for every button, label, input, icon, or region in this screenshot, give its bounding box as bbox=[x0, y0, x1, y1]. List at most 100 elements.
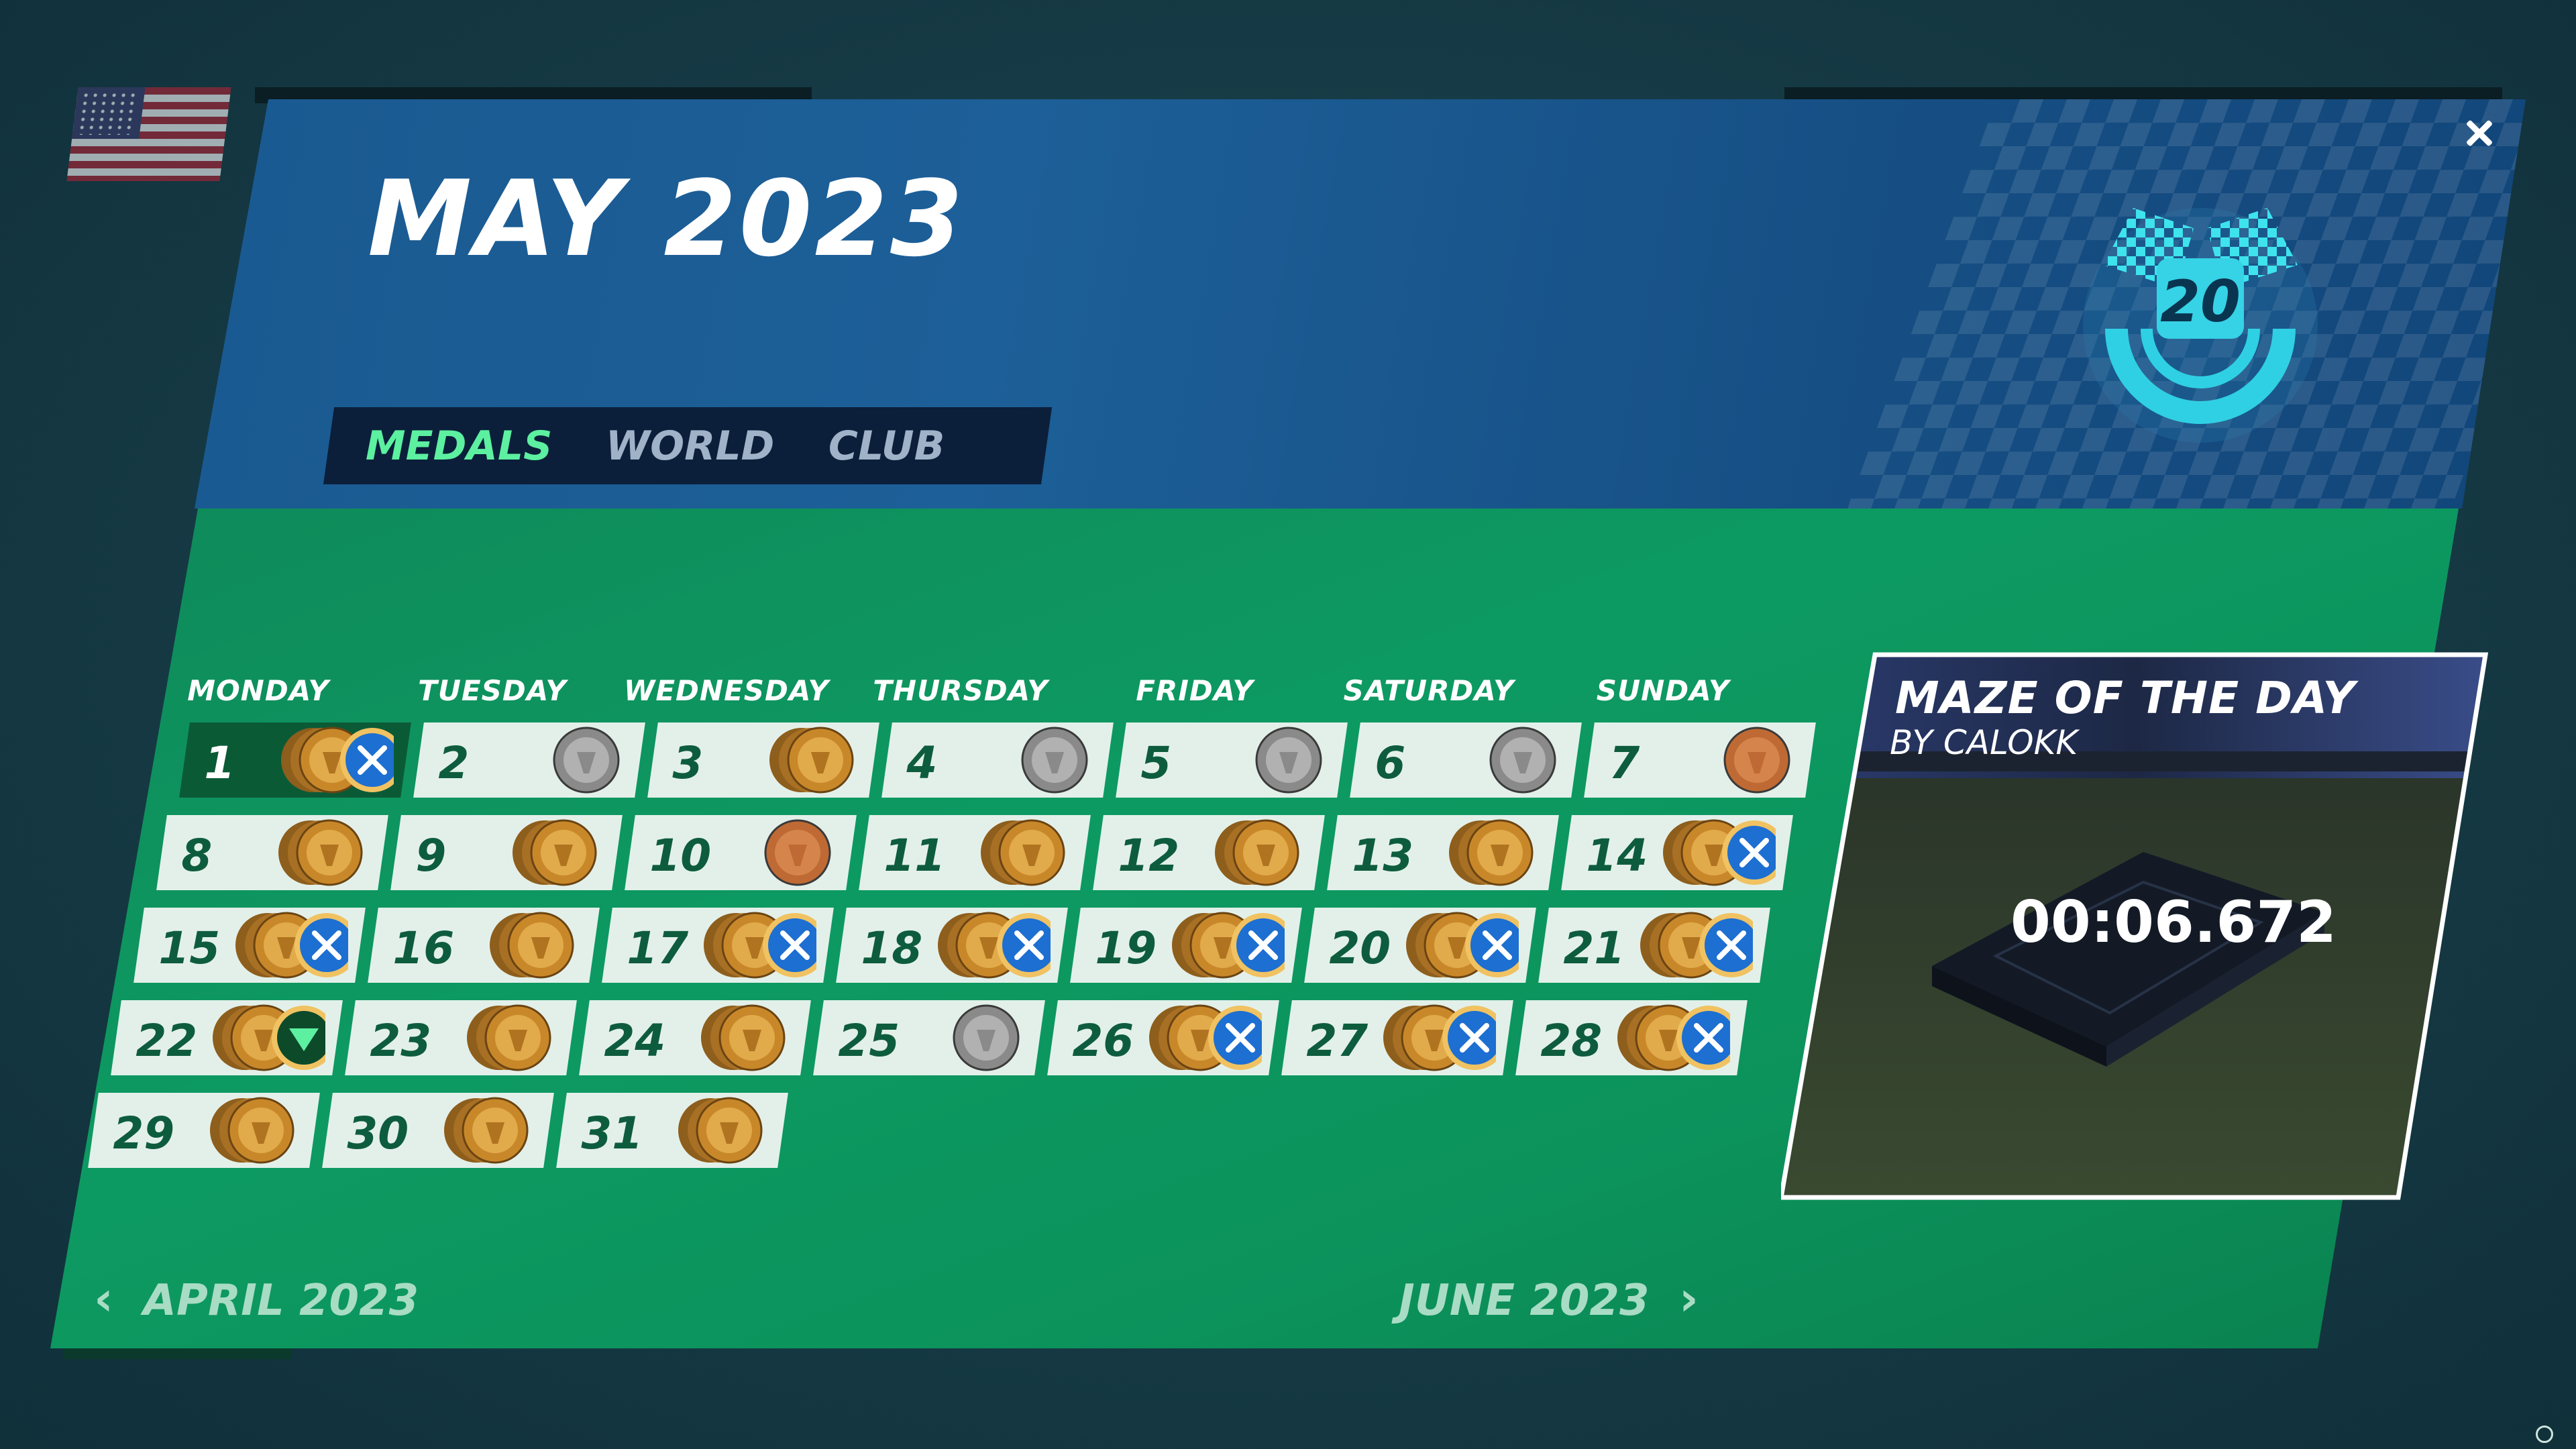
day-number: 20 bbox=[1329, 922, 1391, 974]
weekday-header: SATURDAY bbox=[1343, 674, 1515, 707]
day-number: 25 bbox=[838, 1015, 900, 1067]
medal-stack-with-badge-icon bbox=[1157, 909, 1295, 981]
gold-medal-icon bbox=[1180, 816, 1307, 889]
silver-medal-icon bbox=[969, 724, 1096, 796]
bronze-medal-icon bbox=[712, 816, 839, 889]
previous-month-link[interactable]: ‹ APRIL 2023 bbox=[94, 1271, 419, 1326]
calendar-day-cell[interactable]: 1 bbox=[179, 722, 411, 798]
day-number: 14 bbox=[1586, 830, 1648, 881]
day-number: 31 bbox=[581, 1108, 643, 1159]
bronze-medal-icon bbox=[1671, 724, 1799, 796]
day-number: 10 bbox=[649, 830, 712, 881]
day-number: 9 bbox=[415, 830, 447, 881]
medal-stack-with-badge-icon bbox=[689, 909, 827, 981]
calendar-day-cell[interactable]: 13 bbox=[1327, 815, 1559, 890]
calendar-day-cell[interactable]: 19 bbox=[1070, 908, 1302, 983]
day-number: 18 bbox=[861, 922, 923, 974]
calendar-day-cell[interactable]: 9 bbox=[390, 815, 623, 890]
calendar-day-cell[interactable]: 2 bbox=[413, 722, 645, 798]
medal-stack-with-badge-icon bbox=[221, 909, 359, 981]
day-number: 4 bbox=[906, 737, 938, 789]
day-number: 17 bbox=[627, 922, 689, 974]
gold-medal-icon bbox=[735, 724, 862, 796]
maze-title: MAZE OF THE DAY bbox=[1895, 672, 2356, 724]
day-number: 27 bbox=[1306, 1015, 1368, 1067]
day-number: 19 bbox=[1095, 922, 1157, 974]
day-number: 15 bbox=[158, 922, 221, 974]
calendar-day-cell[interactable]: 20 bbox=[1304, 908, 1536, 983]
tab-world[interactable]: WORLD bbox=[579, 423, 801, 470]
calendar-day-cell[interactable]: 24 bbox=[579, 1000, 811, 1075]
panel-edge bbox=[64, 1348, 292, 1359]
flag-image bbox=[66, 87, 231, 181]
weekday-header: WEDNESDAY bbox=[624, 674, 829, 707]
day-number: 8 bbox=[181, 830, 213, 881]
maze-author: BY CALOKK bbox=[1890, 723, 2078, 762]
status-indicator-icon bbox=[2536, 1426, 2553, 1443]
calendar-day-cell[interactable]: 29 bbox=[88, 1093, 320, 1168]
day-number: 30 bbox=[347, 1108, 409, 1159]
close-icon[interactable] bbox=[2461, 114, 2498, 152]
calendar-day-cell[interactable]: 5 bbox=[1116, 722, 1348, 798]
tab-club[interactable]: CLUB bbox=[802, 423, 971, 470]
gold-medal-icon bbox=[409, 1094, 537, 1167]
calendar-day-cell[interactable]: 15 bbox=[133, 908, 366, 983]
calendar-day-cell[interactable]: 3 bbox=[647, 722, 879, 798]
day-number: 21 bbox=[1563, 922, 1625, 974]
medal-stack-with-badge-icon bbox=[1391, 909, 1529, 981]
calendar-day-cell[interactable]: 30 bbox=[322, 1093, 554, 1168]
day-number: 2 bbox=[438, 737, 470, 789]
calendar-day-cell[interactable]: 26 bbox=[1047, 1000, 1279, 1075]
day-number: 3 bbox=[672, 737, 704, 789]
next-month-label: JUNE 2023 bbox=[1399, 1276, 1650, 1326]
medal-stack-with-badge-icon bbox=[1603, 1002, 1741, 1074]
calendar-day-cell[interactable]: 11 bbox=[859, 815, 1091, 890]
gold-medal-icon bbox=[455, 909, 582, 981]
gold-medal-icon bbox=[432, 1002, 559, 1074]
calendar-day-cell[interactable]: 28 bbox=[1515, 1000, 1748, 1075]
calendar-day-cell[interactable]: 27 bbox=[1281, 1000, 1513, 1075]
streak-badge: 20 bbox=[2033, 181, 2368, 449]
tab-medals[interactable]: MEDALS bbox=[329, 423, 579, 470]
gold-medal-icon bbox=[946, 816, 1073, 889]
maze-best-time: 00:06.672 bbox=[2010, 889, 2337, 956]
day-number: 28 bbox=[1540, 1015, 1603, 1067]
chevron-right-icon: › bbox=[1679, 1271, 1699, 1326]
silver-medal-icon bbox=[500, 724, 628, 796]
weekday-header: TUESDAY bbox=[418, 674, 567, 707]
calendar-day-cell[interactable]: 21 bbox=[1538, 908, 1770, 983]
chevron-left-icon: ‹ bbox=[94, 1271, 113, 1326]
calendar-day-cell[interactable]: 4 bbox=[881, 722, 1114, 798]
calendar-day-cell[interactable]: 17 bbox=[602, 908, 834, 983]
calendar-day-cell[interactable]: 23 bbox=[345, 1000, 577, 1075]
calendar-day-cell[interactable]: 6 bbox=[1350, 722, 1582, 798]
medal-stack-with-badge-icon bbox=[266, 724, 405, 796]
calendar-day-cell[interactable]: 31 bbox=[556, 1093, 788, 1168]
weekday-header: THURSDAY bbox=[873, 674, 1049, 707]
medal-stack-with-badge-icon bbox=[1368, 1002, 1507, 1074]
calendar-day-cell[interactable]: 8 bbox=[156, 815, 388, 890]
calendar-day-cell[interactable]: 12 bbox=[1093, 815, 1325, 890]
page-title: MAY 2023 bbox=[368, 158, 966, 280]
calendar-day-cell[interactable]: 25 bbox=[813, 1000, 1045, 1075]
next-month-link[interactable]: JUNE 2023 › bbox=[1399, 1271, 1699, 1326]
streak-count: 20 bbox=[2160, 268, 2241, 335]
weekday-header: SUNDAY bbox=[1596, 674, 1730, 707]
calendar-day-cell[interactable]: 18 bbox=[836, 908, 1068, 983]
gold-medal-icon bbox=[666, 1002, 794, 1074]
medal-stack-with-badge-icon bbox=[198, 1002, 336, 1074]
silver-medal-icon bbox=[1203, 724, 1330, 796]
day-number: 12 bbox=[1118, 830, 1180, 881]
day-number: 22 bbox=[136, 1015, 198, 1067]
calendar-day-cell[interactable]: 14 bbox=[1561, 815, 1793, 890]
day-number: 29 bbox=[113, 1108, 175, 1159]
day-number: 5 bbox=[1140, 737, 1172, 789]
tab-bar: MEDALS WORLD CLUB bbox=[323, 407, 1053, 484]
calendar-day-cell[interactable]: 10 bbox=[625, 815, 857, 890]
calendar-day-cell[interactable]: 22 bbox=[111, 1000, 343, 1075]
day-number: 26 bbox=[1072, 1015, 1134, 1067]
calendar-day-cell[interactable]: 16 bbox=[368, 908, 600, 983]
maze-of-the-day-card[interactable]: MAZE OF THE DAY BY CALOKK 00:06.672 bbox=[1781, 651, 2492, 1201]
day-number: 7 bbox=[1609, 737, 1640, 789]
medal-stack-with-badge-icon bbox=[1134, 1002, 1273, 1074]
